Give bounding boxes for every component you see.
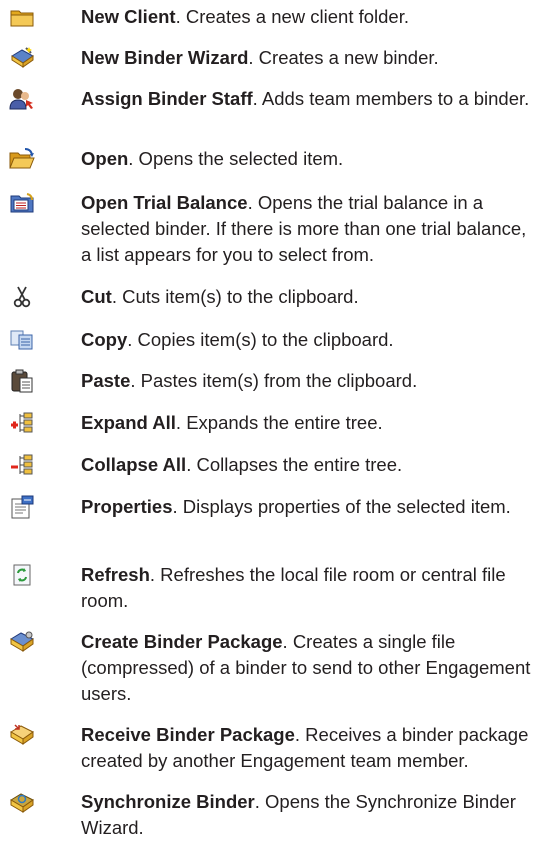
item-name: New Client: [81, 6, 176, 27]
item-name: Open Trial Balance: [81, 192, 248, 213]
collapse-tree-icon: [8, 452, 36, 478]
item-name: Receive Binder Package: [81, 724, 295, 745]
item-description: . Copies item(s) to the clipboard.: [127, 329, 394, 350]
item-name: Synchronize Binder: [81, 791, 255, 812]
item-description: . Creates a new client folder.: [175, 6, 410, 27]
assign-staff-icon: [8, 86, 36, 112]
item-description: . Pastes item(s) from the clipboard.: [130, 370, 418, 391]
item-description: . Collapses the entire tree.: [186, 454, 403, 475]
item-description: . Opens the selected item.: [128, 148, 344, 169]
item-name: Copy: [81, 329, 128, 350]
item-name: Properties: [81, 496, 173, 517]
item-name: Assign Binder Staff: [81, 88, 253, 109]
receive-package-icon: [8, 722, 36, 748]
item-name: Paste: [81, 370, 131, 391]
item-description: . Cuts item(s) to the clipboard.: [111, 286, 359, 307]
scissors-icon: [8, 284, 36, 310]
item-description: . Expands the entire tree.: [175, 412, 383, 433]
copy-icon: [8, 327, 36, 353]
properties-icon: [8, 494, 36, 520]
binder-wizard-icon: [8, 45, 36, 71]
folder-icon: [8, 4, 36, 30]
trial-balance-icon: [8, 190, 36, 216]
item-name: Cut: [81, 286, 112, 307]
item-name: Open: [81, 148, 129, 169]
item-description: . Displays properties of the selected it…: [172, 496, 511, 517]
item-name: Expand All: [81, 412, 176, 433]
expand-tree-icon: [8, 410, 36, 436]
create-package-icon: [8, 629, 36, 655]
item-description: . Creates a new binder.: [248, 47, 439, 68]
paste-icon: [8, 368, 36, 394]
open-folder-icon: [8, 146, 36, 172]
item-name: Refresh: [81, 564, 150, 585]
item-name: New Binder Wizard: [81, 47, 249, 68]
item-name: Create Binder Package: [81, 631, 283, 652]
item-description: . Adds team members to a binder.: [252, 88, 530, 109]
refresh-icon: [8, 562, 36, 588]
item-name: Collapse All: [81, 454, 187, 475]
synchronize-icon: [8, 789, 36, 815]
